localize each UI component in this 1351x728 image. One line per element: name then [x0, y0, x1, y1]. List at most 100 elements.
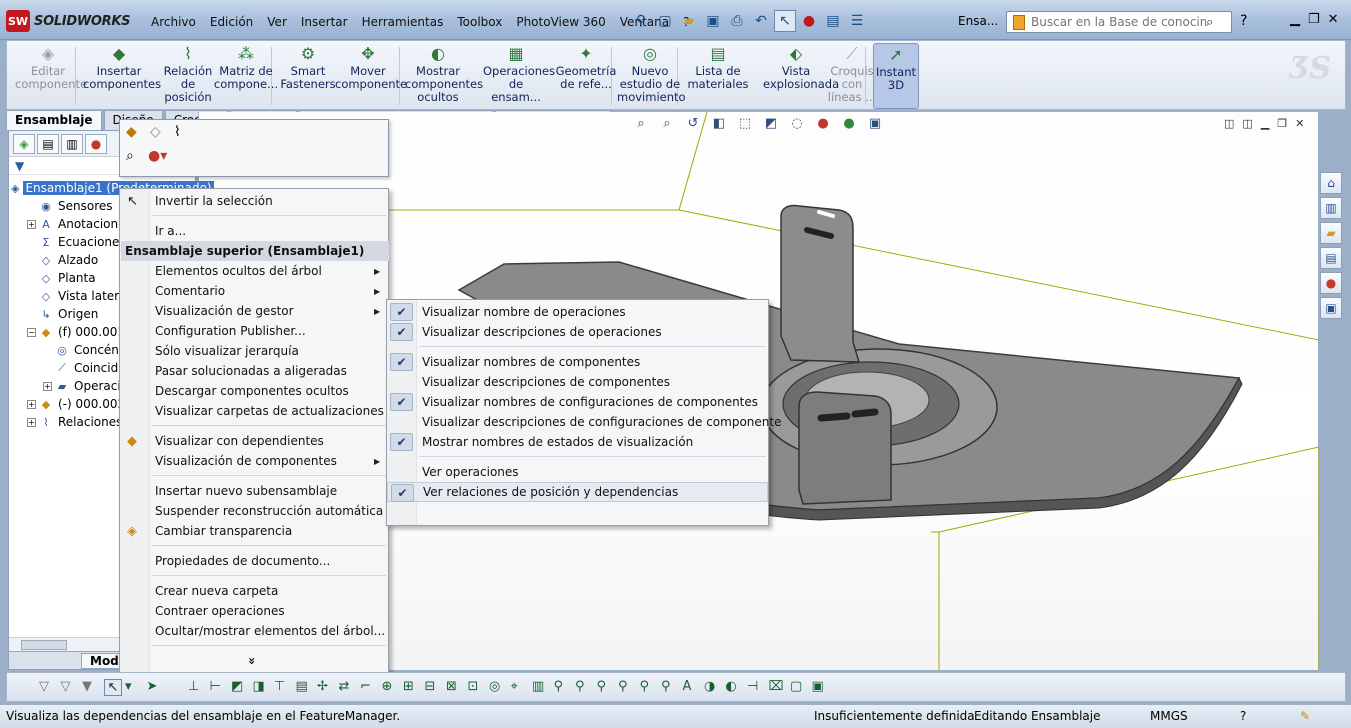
balloon-filter-icon[interactable]: ▥: [532, 679, 544, 694]
menu-item[interactable]: ↖ Invertir la selección: [120, 191, 388, 211]
solidworks-logo[interactable]: SW SOLIDWORKS: [6, 9, 130, 33]
menu-item[interactable]: Propiedades de documento...: [120, 551, 388, 571]
surface-body-filter-icon[interactable]: ▢: [790, 679, 802, 694]
plane-filter-icon[interactable]: ▤: [296, 679, 308, 694]
options-icon[interactable]: ☰: [846, 10, 868, 32]
pushpin-icon[interactable]: ⚲: [630, 10, 652, 32]
dowel-pin-filter-icon[interactable]: ⚲: [661, 679, 671, 694]
face-filter-icon[interactable]: ◩: [231, 679, 243, 694]
center-line-filter-icon[interactable]: ⚲: [640, 679, 650, 694]
traffic-light-rebuild-icon[interactable]: ●: [798, 10, 820, 32]
menu-item[interactable]: Crear nueva carpeta: [120, 581, 388, 601]
block-filter-icon[interactable]: ⚲: [618, 679, 628, 694]
tab-0[interactable]: Ensamblaje: [6, 110, 102, 130]
midpoint-filter-icon[interactable]: ⌐: [360, 679, 371, 694]
sketch-segment-filter-icon[interactable]: ⇄: [339, 679, 350, 694]
vp-close-icon[interactable]: ✕: [1295, 117, 1304, 130]
menu-item[interactable]: ✔ Visualizar nombre de operaciones: [387, 302, 768, 322]
file-explorer-icon[interactable]: ▰: [1320, 222, 1342, 244]
menu-item[interactable]: Visualizar descripciones de componentes: [387, 372, 768, 392]
print-icon[interactable]: ⎙: [726, 10, 748, 32]
expander-icon[interactable]: +: [27, 219, 36, 229]
cosmetic-weld-filter-icon[interactable]: ▣: [812, 679, 824, 694]
menu-item[interactable]: Ir a...: [120, 221, 388, 241]
custom-properties-icon[interactable]: ▣: [1320, 297, 1342, 319]
zoom-to-fit-icon[interactable]: ⌕: [630, 116, 652, 131]
menu-item-4[interactable]: Herramientas: [355, 15, 451, 29]
command-move-component[interactable]: ✥ Mover componente: [335, 43, 407, 109]
undo-icon[interactable]: ↶: [750, 10, 772, 32]
edge-filter-icon[interactable]: ⊢: [210, 679, 221, 694]
sketch-point-filter-icon[interactable]: ✢: [317, 679, 328, 694]
search-icon[interactable]: ⌕: [1206, 15, 1213, 30]
menu-item[interactable]: ✔ Visualizar nombres de configuraciones d…: [387, 392, 768, 412]
body-filter-icon[interactable]: ◨: [253, 679, 265, 694]
zoom-area-icon[interactable]: ⌕: [656, 116, 678, 131]
menu-item[interactable]: ◆ Visualizar con dependientes: [120, 431, 388, 451]
note-filter-icon[interactable]: ⊡: [468, 679, 479, 694]
expander-icon[interactable]: +: [43, 381, 52, 391]
solid-body-filter-icon[interactable]: ⌧: [769, 679, 784, 694]
search-input[interactable]: [1031, 15, 1206, 29]
filter-select-icon[interactable]: ▼: [82, 679, 92, 694]
menu-item[interactable]: Comentario ▶: [120, 281, 388, 301]
filter-toggle-icon[interactable]: ▽: [39, 679, 49, 694]
apply-scene-icon[interactable]: ●: [838, 116, 860, 131]
mid-annotation-filter-icon[interactable]: ◐: [726, 679, 737, 694]
configurationmanager-tab-icon[interactable]: ▥: [61, 134, 83, 154]
menu-item[interactable]: ✔ Visualizar nombres de componentes: [387, 352, 768, 372]
menu-expand-more[interactable]: »: [120, 651, 388, 671]
cosmetic-thread-filter-icon[interactable]: ⚲: [554, 679, 564, 694]
previous-view-icon[interactable]: ↺: [682, 116, 704, 131]
vertex-filter-icon[interactable]: ⊥: [188, 679, 199, 694]
menu-item[interactable]: Ver operaciones: [387, 462, 768, 482]
appearance-icon[interactable]: ●▾: [148, 148, 167, 164]
featuremanager-tab-icon[interactable]: ◈: [13, 134, 35, 154]
menu-item[interactable]: Elementos ocultos del árbol ▶: [120, 261, 388, 281]
menu-item[interactable]: Ocultar/mostrar elementos del árbol...: [120, 621, 388, 641]
connection-point-filter-icon[interactable]: A: [683, 679, 692, 694]
center-mark-filter-icon[interactable]: ⊕: [382, 679, 393, 694]
expander-icon[interactable]: +: [27, 417, 36, 427]
menu-item-3[interactable]: Insertar: [294, 15, 355, 29]
table-filter-icon[interactable]: ⚲: [597, 679, 607, 694]
surface-finish-filter-icon[interactable]: ⊟: [425, 679, 436, 694]
new-document-icon[interactable]: ▢: [654, 10, 676, 32]
close-icon[interactable]: ✕: [1328, 12, 1339, 27]
open-part-icon[interactable]: ◆: [126, 124, 137, 140]
mate-paperclip-icon[interactable]: ⌇: [174, 124, 181, 140]
menu-item[interactable]: Visualizar descripciones de configuracio…: [387, 412, 781, 432]
command-motion-study[interactable]: ◎ Nuevo estudio de movimiento: [617, 43, 686, 109]
menu-item-5[interactable]: Toolbox: [450, 15, 509, 29]
menu-item[interactable]: Visualización de componentes ▶: [120, 451, 388, 471]
geometric-tolerance-filter-icon[interactable]: ⊠: [446, 679, 457, 694]
menu-item[interactable]: Suspender reconstrucción automática: [120, 501, 388, 521]
command-reference-geometry[interactable]: ✦ Geometría de refe...: [553, 43, 619, 109]
hole-callout-filter-icon[interactable]: ⚲: [575, 679, 585, 694]
menu-item[interactable]: Sólo visualizar jerarquía: [120, 341, 388, 361]
menu-item[interactable]: Visualizar carpetas de actualizaciones: [120, 401, 388, 421]
view-settings-icon[interactable]: ▣: [864, 116, 886, 131]
rebuild-pencil-icon[interactable]: ✎: [1300, 709, 1310, 723]
menu-item[interactable]: Contraer operaciones: [120, 601, 388, 621]
section-view-icon[interactable]: ◧: [708, 116, 730, 131]
menu-item[interactable]: Visualización de gestor ▶: [120, 301, 388, 321]
datum-filter-icon[interactable]: ◎: [489, 679, 500, 694]
design-library-icon[interactable]: ▥: [1320, 197, 1342, 219]
display-style-icon[interactable]: ◩: [760, 116, 782, 131]
menu-item-1[interactable]: Edición: [203, 15, 260, 29]
restore-icon[interactable]: ❐: [1308, 12, 1320, 27]
annotation-text-filter-icon[interactable]: ⊣: [747, 679, 758, 694]
filter-clear-icon[interactable]: ▽: [61, 679, 71, 694]
file-properties-icon[interactable]: ▤: [822, 10, 844, 32]
axis-filter-icon[interactable]: ⊤: [274, 679, 285, 694]
view-palette-icon[interactable]: ▤: [1320, 247, 1342, 269]
menu-item[interactable]: Configuration Publisher...: [120, 321, 388, 341]
weld-filter-icon[interactable]: ⌖: [511, 679, 518, 694]
menu-item[interactable]: Insertar nuevo subensamblaje: [120, 481, 388, 501]
save-icon[interactable]: ▣: [702, 10, 724, 32]
minimize-icon[interactable]: ▁: [1290, 12, 1300, 27]
menu-item[interactable]: Pasar solucionadas a aligeradas: [120, 361, 388, 381]
displaymanager-tab-icon[interactable]: ●: [85, 134, 107, 154]
select-dropdown-icon[interactable]: ▾: [125, 679, 132, 694]
